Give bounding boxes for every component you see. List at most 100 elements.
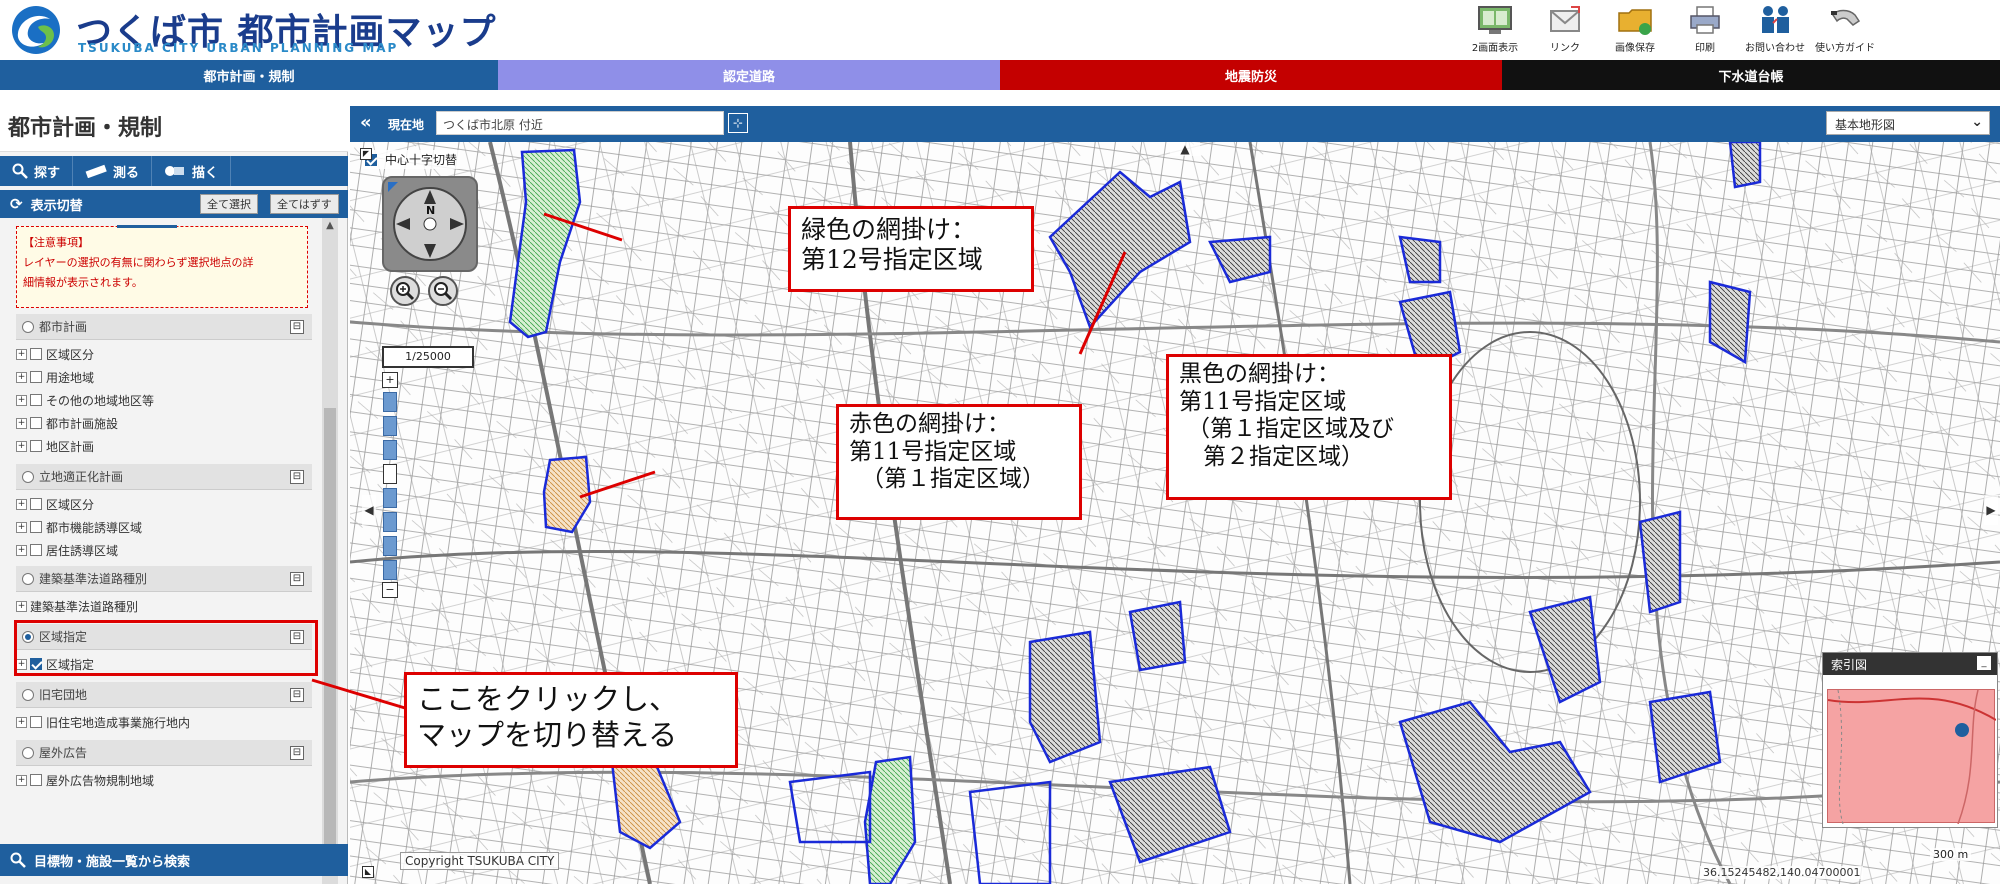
layer-checkbox[interactable] [30,440,42,452]
tab-earthquake-disaster[interactable]: 地震防災 [1000,60,1502,90]
expand-icon[interactable]: + [16,774,27,786]
expand-icon[interactable]: + [16,498,27,510]
panel-scrollbar[interactable]: ▲ ▼ [322,218,338,884]
print-button[interactable]: 印刷 [1670,0,1740,58]
expand-icon[interactable]: + [16,440,27,452]
layer-panel: 都市計画・規制 探す 測る 描く ⟳ 表示切替 全て選択 全てはずす 【注意事項… [0,92,348,884]
section-radio[interactable] [22,688,34,701]
section-radio[interactable] [22,470,34,483]
tab-certified-roads[interactable]: 認定道路 [498,60,1000,90]
expand-icon[interactable]: + [16,716,27,728]
expand-icon[interactable]: + [16,417,27,429]
layer-item[interactable]: + 区域区分 [16,493,94,515]
section-ritchi[interactable]: 立地適正化計画 ⊟ [16,464,312,490]
layer-item[interactable]: + 区域区分 [16,343,94,365]
section-kenchiku[interactable]: 建築基準法道路種別 ⊟ [16,566,312,592]
layer-item[interactable]: + 居住誘導区域 [16,539,118,561]
section-toshi-keikaku[interactable]: 都市計画 ⊟ [16,314,312,340]
minimize-icon[interactable]: _ [1977,656,1991,670]
expand-icon[interactable]: + [16,371,27,383]
locate-icon[interactable]: ⊹ [728,113,748,133]
layer-item[interactable]: + 用途地域 [16,366,94,388]
slider-step[interactable] [383,488,397,508]
slider-step[interactable] [383,416,397,436]
expand-icon[interactable]: + [16,348,27,360]
slider-zoom-in[interactable]: + [382,372,398,388]
expand-icon[interactable]: + [16,600,27,612]
section-radio[interactable] [22,746,34,759]
section-radio[interactable] [22,320,34,333]
dual-screen-button[interactable]: 2画面表示 [1460,0,1530,58]
slider-step[interactable] [383,512,397,532]
slider-handle[interactable] [383,464,397,484]
refresh-icon[interactable]: ⟳ [10,195,23,213]
slider-step[interactable] [383,440,397,460]
guide-button[interactable]: 使い方ガイド [1810,0,1880,58]
image-save-button[interactable]: 画像保存 [1600,0,1670,58]
notice-line-1: レイヤーの選択の有無に関わらず選択地点の詳 [23,256,254,269]
layer-item[interactable]: + 屋外広告物規制地域 [16,769,154,791]
expand-icon[interactable]: + [16,521,27,533]
map-corner-icon[interactable]: ◤ [360,148,372,160]
map-canvas[interactable] [350,142,2000,884]
slider-step[interactable] [383,560,397,580]
collapse-icon[interactable]: ⊟ [290,746,304,760]
layer-item[interactable]: + 都市計画施設 [16,412,118,434]
search-button[interactable]: 探す [0,156,74,186]
layer-checkbox[interactable] [30,371,42,383]
location-input[interactable]: つくば市北原 付近 [436,111,724,135]
crosshair-toggle[interactable]: 中心十字切替 [362,150,461,169]
layer-item[interactable]: + その他の地域地区等 [16,389,154,411]
collapse-icon[interactable]: ⊟ [290,320,304,334]
slider-step[interactable] [383,536,397,556]
layer-checkbox[interactable] [30,417,42,429]
layer-item[interactable]: + 地区計画 [16,435,94,457]
tab-sewer-ledger[interactable]: 下水道台帳 [1502,60,2000,90]
layer-checkbox[interactable] [30,394,42,406]
section-label: 立地適正化計画 [39,470,124,484]
scrollbar-thumb[interactable] [324,408,336,868]
zoom-slider[interactable]: + − [382,372,398,598]
collapse-icon[interactable]: ⊟ [290,470,304,484]
layer-checkbox[interactable] [30,774,42,786]
pan-control[interactable]: N [382,176,478,272]
layer-checkbox[interactable] [30,498,42,510]
select-all-button[interactable]: 全て選択 [200,194,258,214]
section-radio[interactable] [22,572,34,585]
zoom-out-button[interactable] [428,276,458,306]
landmark-search-bar[interactable]: 目標物・施設一覧から検索 [0,844,348,876]
collapse-icon[interactable]: ⊟ [290,688,304,702]
slider-step[interactable] [383,392,397,412]
deselect-all-button[interactable]: 全てはずす [270,194,339,214]
collapse-panel-button[interactable]: « [360,112,372,133]
map-corner-bottom-icon[interactable]: ◣ [362,866,374,878]
expand-icon[interactable]: + [16,544,27,556]
collapse-icon[interactable]: ⊟ [290,572,304,586]
section-kyutaku[interactable]: 旧宅団地 ⊟ [16,682,312,708]
basemap-select[interactable]: 基本地形図 ⌄ [1826,111,1990,135]
layer-checkbox[interactable] [30,521,42,533]
zoom-in-button[interactable] [390,276,420,306]
expand-icon[interactable]: + [16,394,27,406]
contact-button[interactable]: お問い合わせ [1740,0,1810,58]
minimap-view[interactable] [1827,689,1997,825]
layer-checkbox[interactable] [30,348,42,360]
layer-item[interactable]: + 建築基準法道路種別 [16,595,138,617]
scroll-up-icon[interactable]: ▲ [322,220,338,236]
layer-item[interactable]: + 旧住宅地造成事業施行地内 [16,711,190,733]
measure-button[interactable]: 測る [73,156,153,186]
pan-up-icon[interactable]: ▲ [1170,142,1200,156]
pan-left-icon[interactable]: ◀ [362,495,376,525]
draw-button[interactable]: 描く [152,156,232,186]
section-okugai[interactable]: 屋外広告 ⊟ [16,740,312,766]
draw-button-label: 描く [192,165,219,181]
layer-item[interactable]: + 都市機能誘導区域 [16,516,142,538]
city-logo[interactable]: つくば市 都市計画マップ TSUKUBA CITY URBAN PLANNING… [4,3,496,57]
slider-zoom-out[interactable]: − [382,582,398,598]
link-button[interactable]: リンク [1530,0,1600,58]
layer-checkbox[interactable] [30,716,42,728]
tab-urban-planning[interactable]: 都市計画・規制 [0,60,498,90]
pan-right-icon[interactable]: ▶ [1984,495,1998,525]
layer-checkbox[interactable] [30,544,42,556]
index-minimap[interactable]: 索引図 _ [1822,652,1998,828]
